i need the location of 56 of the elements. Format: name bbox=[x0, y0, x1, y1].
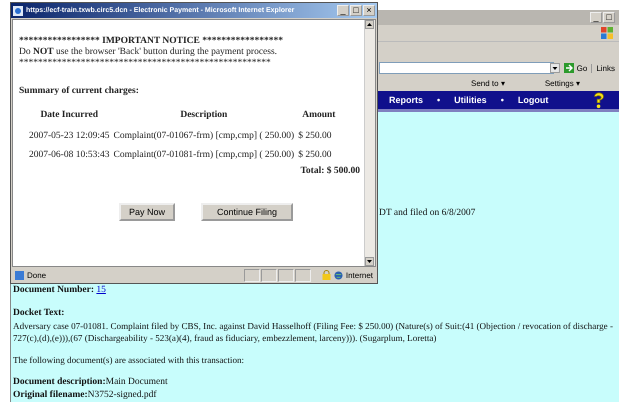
window-control-button[interactable]: _ bbox=[337, 5, 349, 16]
field-label: Document description: bbox=[13, 377, 106, 387]
table-cell-text: $ 250.00 bbox=[297, 130, 332, 143]
action-button[interactable]: Continue Filing bbox=[201, 203, 294, 221]
column-header: Date Incurred bbox=[39, 110, 100, 122]
nav-separator: • bbox=[500, 95, 504, 105]
filed-text: DT and filed on 6/8/2007 bbox=[379, 208, 476, 218]
status-pane bbox=[244, 268, 260, 282]
total-text: Total: $ 500.00 bbox=[300, 166, 360, 176]
scroll-down-icon[interactable] bbox=[365, 257, 374, 266]
window-control-button[interactable]: _ bbox=[590, 12, 602, 23]
notice-text: Do NOT use the browser 'Back' button during the payment process. bbox=[19, 47, 278, 58]
column-header: Description bbox=[179, 110, 228, 122]
address-field[interactable] bbox=[379, 62, 554, 74]
flag-logo-icon bbox=[601, 27, 613, 39]
summary-title: Summary of current charges: bbox=[19, 86, 140, 96]
document-link[interactable]: 15 bbox=[96, 285, 106, 295]
scrollbar[interactable] bbox=[364, 20, 375, 266]
browser-icon bbox=[13, 6, 23, 16]
nav-link[interactable]: Utilities bbox=[454, 95, 487, 105]
table-cell-text: Complaint(07-01067-frm) [cmp,cmp] ( 250.00) bbox=[112, 130, 296, 143]
links-label[interactable]: Links bbox=[591, 64, 615, 72]
asterisk-line-text: ***************************************************** bbox=[19, 58, 272, 69]
status-pane bbox=[278, 268, 294, 282]
docket-text: Adversary case 07-01081. Complaint filed by CBS, Inc. against David Hasselhoff (Filing Fee: $ 250.00) (Nature(s) of Suit:(41 (Objection / revocation of discharge - 727(c),(d),(e))),(67 (Dischargeability - 523(a)(4), fraud as fiduciary, embezzlement, larceny))). (Sugarplum, Loretta) bbox=[13, 320, 614, 344]
field-label: Document Number: bbox=[13, 285, 94, 295]
scroll-up-icon[interactable] bbox=[365, 20, 374, 29]
zone-text: Internet bbox=[346, 270, 373, 280]
status-pane bbox=[294, 268, 311, 282]
column-header: Amount bbox=[301, 110, 336, 122]
arrow-icon bbox=[564, 63, 574, 73]
globe-icon bbox=[334, 270, 343, 280]
info-text: The following document(s) are associated with this transaction: bbox=[13, 354, 246, 366]
section-label: Docket Text: bbox=[13, 307, 64, 320]
table-cell-text: 2007-05-23 12:09:45 bbox=[28, 130, 110, 143]
status-pane bbox=[260, 268, 277, 282]
action-button[interactable]: Pay Now bbox=[119, 203, 176, 221]
nav-link[interactable]: Reports bbox=[389, 95, 424, 105]
nav-separator: • bbox=[437, 95, 440, 105]
toolbar-button[interactable]: Settings ▾ bbox=[544, 79, 580, 88]
toolbar-button[interactable]: Send to ▾ bbox=[471, 79, 505, 88]
field-label: Original filename: bbox=[13, 390, 88, 400]
go-button[interactable]: Go bbox=[564, 63, 588, 73]
table-cell-text: $ 250.00 bbox=[297, 149, 332, 162]
nav-link[interactable]: Logout bbox=[518, 95, 548, 105]
window-control-button[interactable]: × bbox=[363, 5, 375, 16]
status-text: Done bbox=[27, 270, 46, 280]
table-cell-text: 2007-06-08 10:53:43 bbox=[28, 149, 110, 162]
field-value: Main Document bbox=[106, 377, 168, 387]
table-cell-text: Complaint(07-01081-frm) [cmp,cmp] ( 250.00) bbox=[112, 149, 296, 162]
lock-icon bbox=[322, 270, 331, 280]
notice-heading: ***************** IMPORTANT NOTICE ***************** bbox=[19, 36, 284, 47]
window-control-button[interactable]: □ bbox=[350, 5, 362, 16]
field-value: N3752-signed.pdf bbox=[88, 390, 157, 400]
page-icon bbox=[15, 270, 24, 280]
window-control-button[interactable]: □ bbox=[603, 12, 615, 23]
